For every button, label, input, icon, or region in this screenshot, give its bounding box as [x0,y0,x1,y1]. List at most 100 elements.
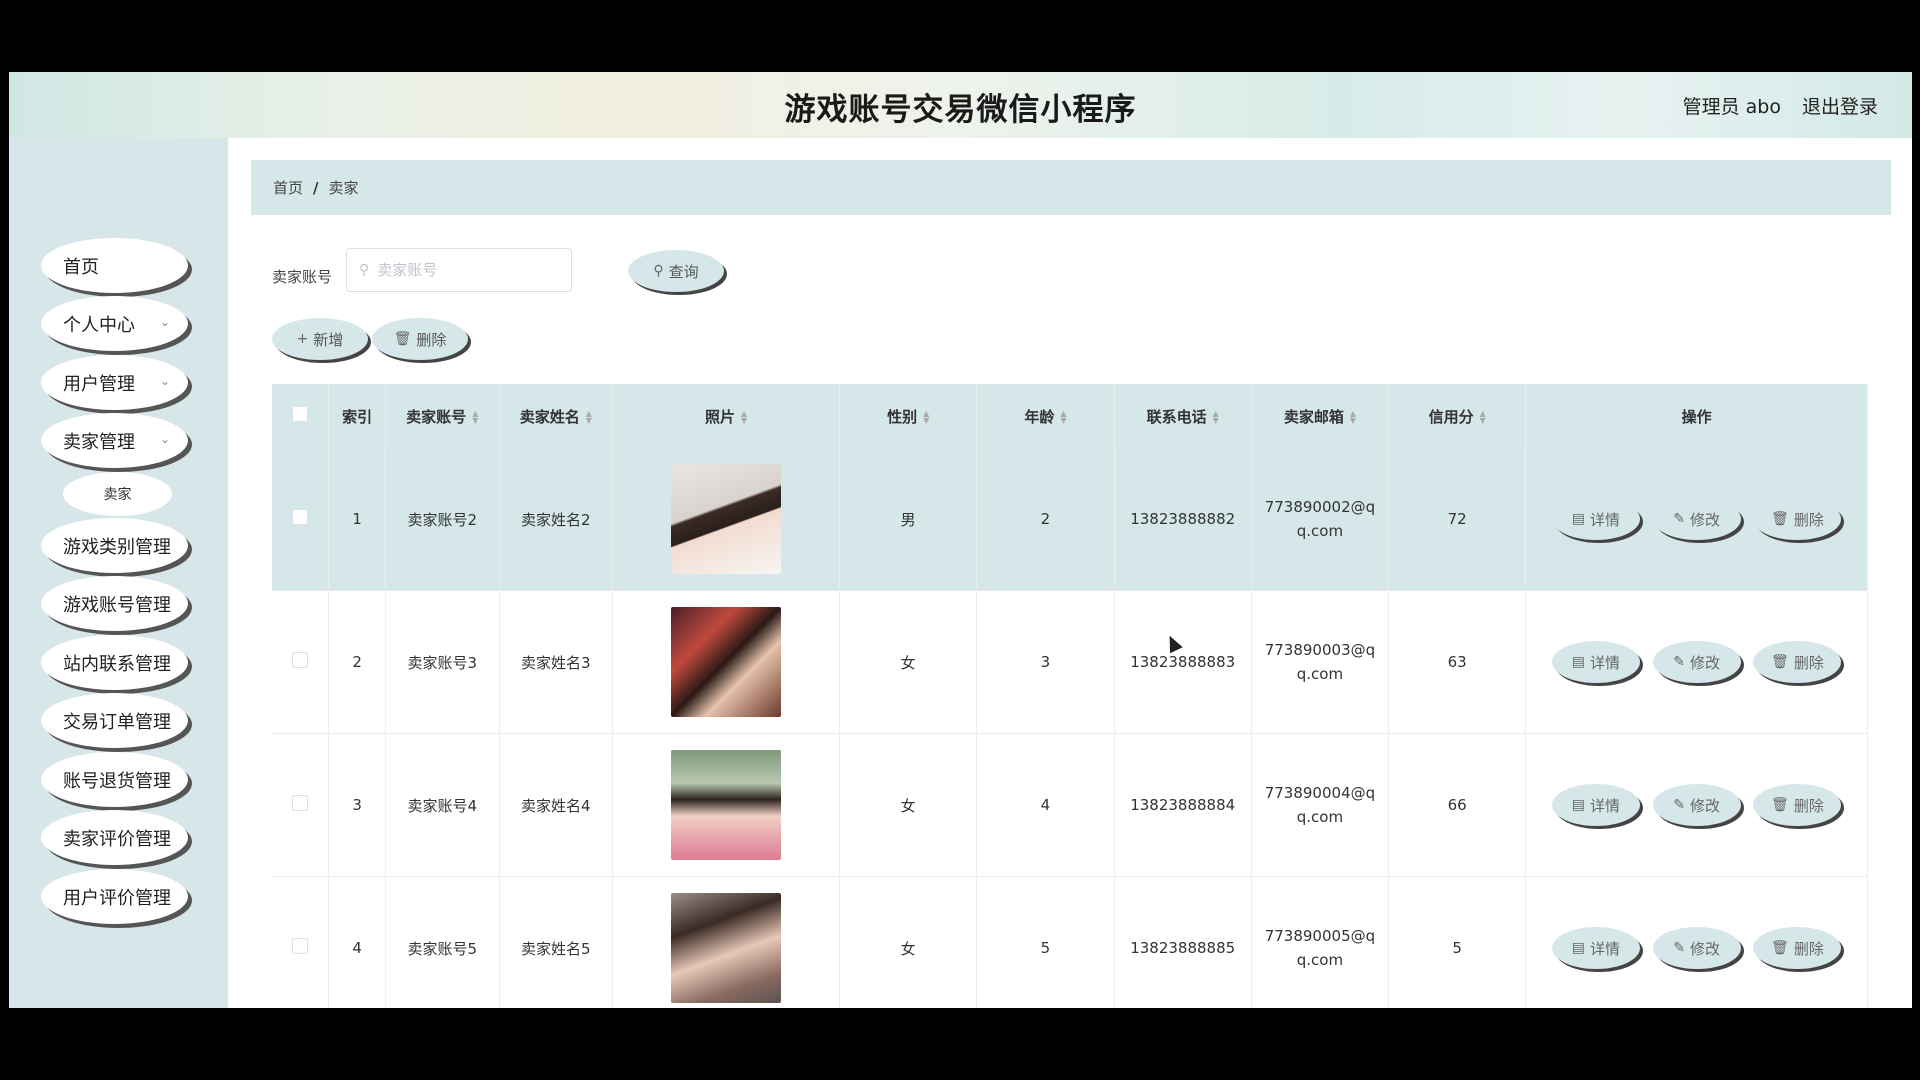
sidebar-item-sellers[interactable]: 卖家管理 ⌄ [41,413,188,468]
chevron-down-icon: ⌄ [159,432,170,446]
search-input[interactable] [375,260,560,280]
add-button[interactable]: + 新增 [272,318,368,360]
sidebar-item-profile[interactable]: 个人中心 ⌄ [41,296,188,351]
cell-email: 773890004@q q.com [1251,733,1390,877]
column-header-age[interactable]: 年龄 ▲ ▼ [976,384,1115,448]
edit-button-label: 修改 [1690,939,1721,958]
breadcrumb-home[interactable]: 首页 [273,177,303,198]
detail-button-label: 详情 [1589,510,1620,529]
sidebar-item-orders[interactable]: 交易订单管理 [41,693,188,748]
sort-icon: ▲ ▼ [1479,409,1486,425]
column-header-name[interactable]: 卖家姓名 ▲ ▼ [499,384,614,448]
seller-photo[interactable] [671,607,782,717]
seller-photo[interactable] [671,750,782,860]
app-window: 游戏账号交易微信小程序 管理员 abo 退出登录 首页 个人中心 ⌄ 用户管理 ⌄ … [9,72,1912,1008]
row-checkbox[interactable] [292,652,309,668]
breadcrumb-current: 卖家 [328,179,359,197]
cell-photo [612,590,841,734]
cell-phone: 13823888883 [1114,590,1252,734]
cell-email: 773890003@q q.com [1251,590,1390,734]
sidebar-item-contacts[interactable]: 站内联系管理 [41,635,188,690]
column-header-label: 卖家账号 [406,407,467,426]
table-row[interactable]: 3 卖家账号4 卖家姓名4 女 4 13823888884 773890004@… [272,733,1868,877]
column-header-photo[interactable]: 照片 ▲ ▼ [612,384,841,448]
detail-button[interactable]: ▤ 详情 [1551,498,1640,540]
email-line: 773890003@q [1264,641,1376,659]
search-label: 卖家账号 [272,268,333,286]
edit-button[interactable]: ✎ 修改 [1652,498,1741,540]
delete-button[interactable]: 🗑 删除 [372,318,468,360]
sidebar-item-game-categories[interactable]: 游戏类别管理 [41,518,188,573]
column-header-label: 性别 [887,407,918,426]
detail-button[interactable]: ▤ 详情 [1551,927,1640,969]
cell-gender: 男 [839,448,978,591]
cell-name: 卖家姓名3 [499,590,614,734]
edit-button[interactable]: ✎ 修改 [1652,927,1741,969]
cell-credit: 72 [1388,448,1527,591]
row-select-cell [272,448,330,591]
detail-button[interactable]: ▤ 详情 [1551,641,1640,683]
sidebar-item-label: 游戏账号管理 [63,594,171,616]
query-button-label: 查询 [668,262,699,281]
table-row[interactable]: 2 卖家账号3 卖家姓名3 女 3 13823888883 773890003@… [272,590,1868,734]
row-delete-button-label: 删除 [1793,796,1824,815]
sidebar-item-returns[interactable]: 账号退货管理 [41,752,188,807]
row-select-cell [272,876,330,1008]
email-line: 773890004@q [1264,784,1376,802]
row-checkbox[interactable] [292,938,309,954]
sidebar-item-home[interactable]: 首页 [41,238,188,293]
edit-button[interactable]: ✎ 修改 [1652,784,1741,826]
row-checkbox[interactable] [292,509,309,525]
sidebar-item-label: 卖家评价管理 [63,828,171,850]
cell-age: 3 [976,590,1115,734]
column-header-phone[interactable]: 联系电话 ▲ ▼ [1114,384,1252,448]
row-checkbox[interactable] [292,795,309,811]
sidebar-item-game-accounts[interactable]: 游戏账号管理 [41,576,188,631]
seller-photo[interactable] [671,893,782,1003]
row-delete-button[interactable]: 🗑 删除 [1753,498,1842,540]
sidebar-item-seller-reviews[interactable]: 卖家评价管理 [41,810,188,865]
search-icon: ⚲ [653,263,664,279]
table-row[interactable]: 1 卖家账号2 卖家姓名2 男 2 13823888882 773890002@… [272,448,1868,591]
row-delete-button[interactable]: 🗑 删除 [1753,927,1842,969]
email-line: q.com [1296,808,1344,826]
cell-credit: 66 [1388,733,1527,877]
row-select-cell [272,733,330,877]
cell-phone: 13823888882 [1114,448,1252,591]
sidebar-subitem-seller[interactable]: 卖家 [63,472,172,516]
sidebar-item-user-reviews[interactable]: 用户评价管理 [41,869,188,924]
row-delete-button-label: 删除 [1793,939,1824,958]
breadcrumb-separator: / [313,178,319,197]
query-button[interactable]: ⚲ 查询 [628,250,724,292]
sort-icon: ▲ ▼ [1212,409,1219,425]
cell-index: 3 [328,733,386,877]
row-delete-button[interactable]: 🗑 删除 [1753,641,1842,683]
seller-photo[interactable] [671,464,782,574]
sidebar-item-users[interactable]: 用户管理 ⌄ [41,355,188,410]
trash-icon: 🗑 [1771,797,1789,813]
main-content: 首页 / 卖家 卖家账号 ⚲ ⚲查询 +新增 🗑删除 [228,138,1912,1008]
trash-icon: 🗑 [393,331,412,347]
cell-name: 卖家姓名4 [499,733,614,877]
detail-button-label: 详情 [1589,796,1620,815]
cell-index: 1 [328,448,386,591]
pencil-icon: ✎ [1673,511,1686,527]
column-header-account[interactable]: 卖家账号 ▲ ▼ [385,384,500,448]
row-delete-button[interactable]: 🗑 删除 [1753,784,1842,826]
column-header-email[interactable]: 卖家邮箱 ▲ ▼ [1251,384,1390,448]
detail-button[interactable]: ▤ 详情 [1551,784,1640,826]
edit-button[interactable]: ✎ 修改 [1652,641,1741,683]
table-row[interactable]: 4 卖家账号5 卖家姓名5 女 5 13823888885 773890005@… [272,876,1868,1008]
plus-icon: + [296,331,309,347]
select-all-checkbox[interactable] [292,406,309,422]
column-header-credit[interactable]: 信用分 ▲ ▼ [1388,384,1527,448]
cell-account: 卖家账号5 [385,876,500,1008]
sidebar-item-label: 游戏类别管理 [63,536,171,558]
sidebar-item-label: 账号退货管理 [63,770,171,792]
cell-gender: 女 [839,733,978,877]
document-icon: ▤ [1571,654,1585,670]
logout-link[interactable]: 退出登录 [1802,92,1878,119]
cell-phone: 13823888884 [1114,733,1252,877]
delete-button-label: 删除 [416,330,447,349]
column-header-gender[interactable]: 性别 ▲ ▼ [839,384,978,448]
